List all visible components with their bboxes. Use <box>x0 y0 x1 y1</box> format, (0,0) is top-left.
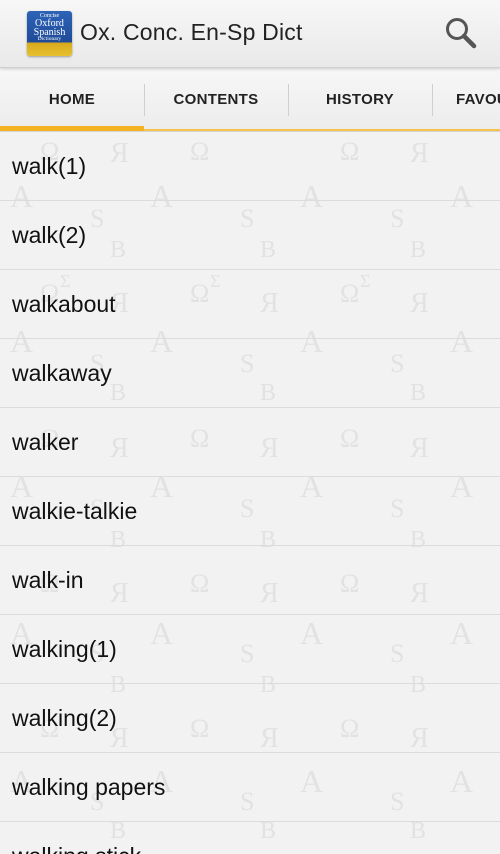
tab-home[interactable]: HOME <box>0 68 144 131</box>
search-button[interactable] <box>436 10 486 56</box>
list-item[interactable]: walking stick <box>0 822 500 854</box>
tab-favourites[interactable]: FAVOURITES <box>432 68 500 131</box>
entry-list[interactable]: A A A A Я Я Ω Ω Ω S S S B B B Σ Σ Σ A A … <box>0 132 500 854</box>
list-item[interactable]: walk(1) <box>0 132 500 201</box>
list-item[interactable]: walker <box>0 408 500 477</box>
tab-bar: HOME CONTENTS HISTORY FAVOURITES <box>0 68 500 132</box>
list-item[interactable]: walking(2) <box>0 684 500 753</box>
tab-history[interactable]: HISTORY <box>288 68 432 131</box>
list-item[interactable]: walk-in <box>0 546 500 615</box>
search-icon <box>446 18 477 49</box>
list-item[interactable]: walking papers <box>0 753 500 822</box>
list-item[interactable]: walkabout <box>0 270 500 339</box>
action-bar: Concise Oxford Spanish Dictionary Ox. Co… <box>0 0 500 68</box>
list-item[interactable]: walk(2) <box>0 201 500 270</box>
app-title: Ox. Conc. En-Sp Dict <box>80 19 303 45</box>
list-item[interactable]: walking(1) <box>0 615 500 684</box>
list-item[interactable]: walkaway <box>0 339 500 408</box>
dictionary-app-icon[interactable]: Concise Oxford Spanish Dictionary <box>27 11 72 56</box>
app-icon-line2: Oxford Spanish <box>27 19 72 38</box>
tab-contents[interactable]: CONTENTS <box>144 68 288 131</box>
list-item[interactable]: walkie-talkie <box>0 477 500 546</box>
app-icon-line3: Dictionary <box>37 36 62 42</box>
